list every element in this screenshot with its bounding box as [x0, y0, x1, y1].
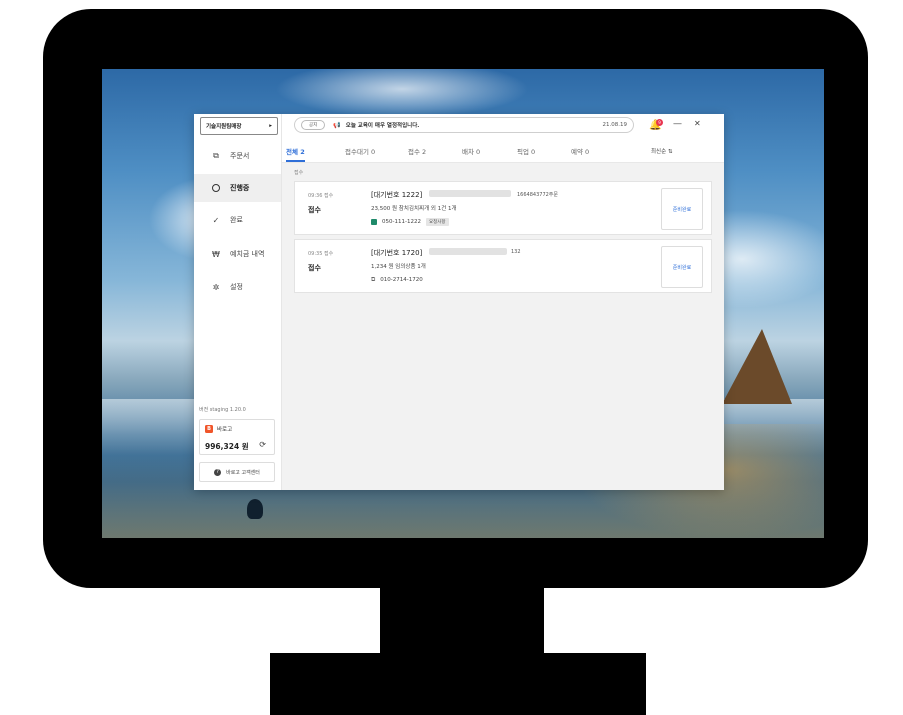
order-extra: 1664843772주문	[517, 192, 559, 198]
order-phone-row: ⧉ 010-2714-1720	[371, 276, 423, 284]
notice-pill: 공지	[301, 120, 326, 130]
phone-app-icon	[371, 219, 377, 225]
monitor-stand-base	[270, 653, 646, 715]
wallpaper-rock	[722, 329, 792, 404]
order-phone: 010-2714-1720	[380, 277, 423, 283]
monitor-stand-neck	[380, 585, 544, 660]
refresh-icon[interactable]: ⟳	[259, 440, 266, 449]
ring-icon	[211, 184, 221, 192]
store-name: 기술지원팀매장	[206, 124, 242, 130]
order-time: 09:35 접수	[308, 251, 334, 257]
ready-complete-button[interactable]: 준비완료	[661, 188, 703, 230]
sidebar: 기술지원팀매장 ▸ ⧉ 주문서 진행중 ✓ 완료 ₩ 예치금 내역 ✲ 설정 버…	[194, 114, 282, 490]
order-time: 09:36 접수	[308, 193, 334, 199]
section-label: 접수	[294, 170, 304, 176]
tab-pickup[interactable]: 픽업 0	[517, 146, 535, 162]
topbar: 공지 📢 오늘 교육이 매우 열정적입니다. 21.08.19 🔔 9 — ✕	[282, 114, 724, 140]
balance-amount: 996,324 원	[205, 442, 249, 451]
brand-name: 바로고	[217, 427, 233, 433]
notification-badge: 9	[656, 119, 663, 126]
order-phone: 050-111-1222	[382, 219, 421, 225]
sidebar-item-settings[interactable]: ✲ 설정	[194, 273, 281, 301]
request-tag: 요청사항	[425, 218, 449, 226]
notice-date: 21.08.19	[602, 122, 628, 128]
order-card[interactable]: 09:35 접수 접수 [대기번호 1720] 132 1,234 원 임의상품…	[294, 239, 712, 293]
order-number: [대기번호 1720]	[371, 249, 423, 257]
order-phone-row: 050-111-1222 요청사항	[371, 218, 449, 226]
redacted-address	[429, 190, 511, 197]
sort-button[interactable]: 최신순 ⇅	[651, 147, 673, 155]
brand-row: B 바로고	[205, 425, 232, 433]
ready-complete-button[interactable]: 준비완료	[661, 246, 703, 288]
store-select[interactable]: 기술지원팀매장 ▸	[200, 117, 278, 135]
tab-dispatch[interactable]: 배차 0	[462, 146, 480, 162]
wallpaper-person	[247, 499, 263, 519]
app-window: 기술지원팀매장 ▸ ⧉ 주문서 진행중 ✓ 완료 ₩ 예치금 내역 ✲ 설정 버…	[194, 114, 724, 490]
sidebar-item-label: 완료	[230, 216, 243, 224]
megaphone-icon: 📢	[333, 121, 341, 129]
sidebar-item-label: 주문서	[230, 152, 250, 160]
notice-text: 오늘 교육이 매우 열정적입니다.	[345, 123, 420, 129]
sidebar-item-completed[interactable]: ✓ 완료	[194, 206, 281, 234]
tab-received[interactable]: 접수 2	[408, 146, 426, 162]
notice-bar[interactable]: 공지 📢 오늘 교육이 매우 열정적입니다. 21.08.19	[294, 117, 634, 133]
check-icon: ✓	[212, 215, 220, 225]
redacted-address	[429, 248, 507, 255]
order-status: 접수	[308, 206, 321, 214]
order-extra: 132	[511, 249, 521, 255]
barogo-logo-icon: B	[205, 425, 213, 433]
copy-icon: ⧉	[371, 276, 376, 283]
copy-icon: ⧉	[213, 151, 219, 160]
caret-right-icon: ▸	[269, 123, 272, 129]
customer-center-button[interactable]: ? 바로고 고객센터	[199, 462, 275, 482]
order-number: [대기번호 1222]	[371, 191, 423, 199]
sidebar-item-deposit-history[interactable]: ₩ 예치금 내역	[194, 240, 281, 268]
tab-all[interactable]: 전체 2	[286, 146, 305, 162]
version-label: 버전 staging 1.20.0	[199, 407, 246, 413]
won-icon: ₩	[212, 249, 220, 259]
sidebar-item-orders[interactable]: ⧉ 주문서	[194, 142, 281, 170]
sidebar-item-label: 예치금 내역	[230, 250, 265, 258]
help-icon: ?	[214, 468, 222, 476]
sidebar-item-in-progress[interactable]: 진행중	[194, 174, 281, 202]
tab-pending[interactable]: 접수대기 0	[345, 146, 375, 162]
tab-reserved[interactable]: 예약 0	[571, 146, 589, 162]
sidebar-item-label: 진행중	[230, 184, 250, 192]
gear-icon: ✲	[212, 282, 220, 292]
minimize-icon[interactable]: —	[673, 119, 682, 129]
close-icon[interactable]: ✕	[694, 119, 701, 128]
order-card[interactable]: 09:36 접수 접수 [대기번호 1222] 1664843772주문 23,…	[294, 181, 712, 235]
order-price: 1,234 원 임의상품 1개	[371, 264, 426, 270]
customer-center-label: 바로고 고객센터	[226, 469, 260, 476]
order-tabs: 전체 2 접수대기 0 접수 2 배차 0 픽업 0 예약 0 최신순 ⇅	[282, 142, 724, 163]
balance-box: B 바로고 996,324 원 ⟳	[199, 419, 275, 455]
order-price: 23,500 원 참치김치찌개 외 1건 1개	[371, 206, 457, 212]
order-status: 접수	[308, 264, 321, 272]
order-list: 접수 09:36 접수 접수 [대기번호 1222] 1664843772주문 …	[282, 163, 724, 490]
sidebar-item-label: 설정	[230, 283, 243, 291]
